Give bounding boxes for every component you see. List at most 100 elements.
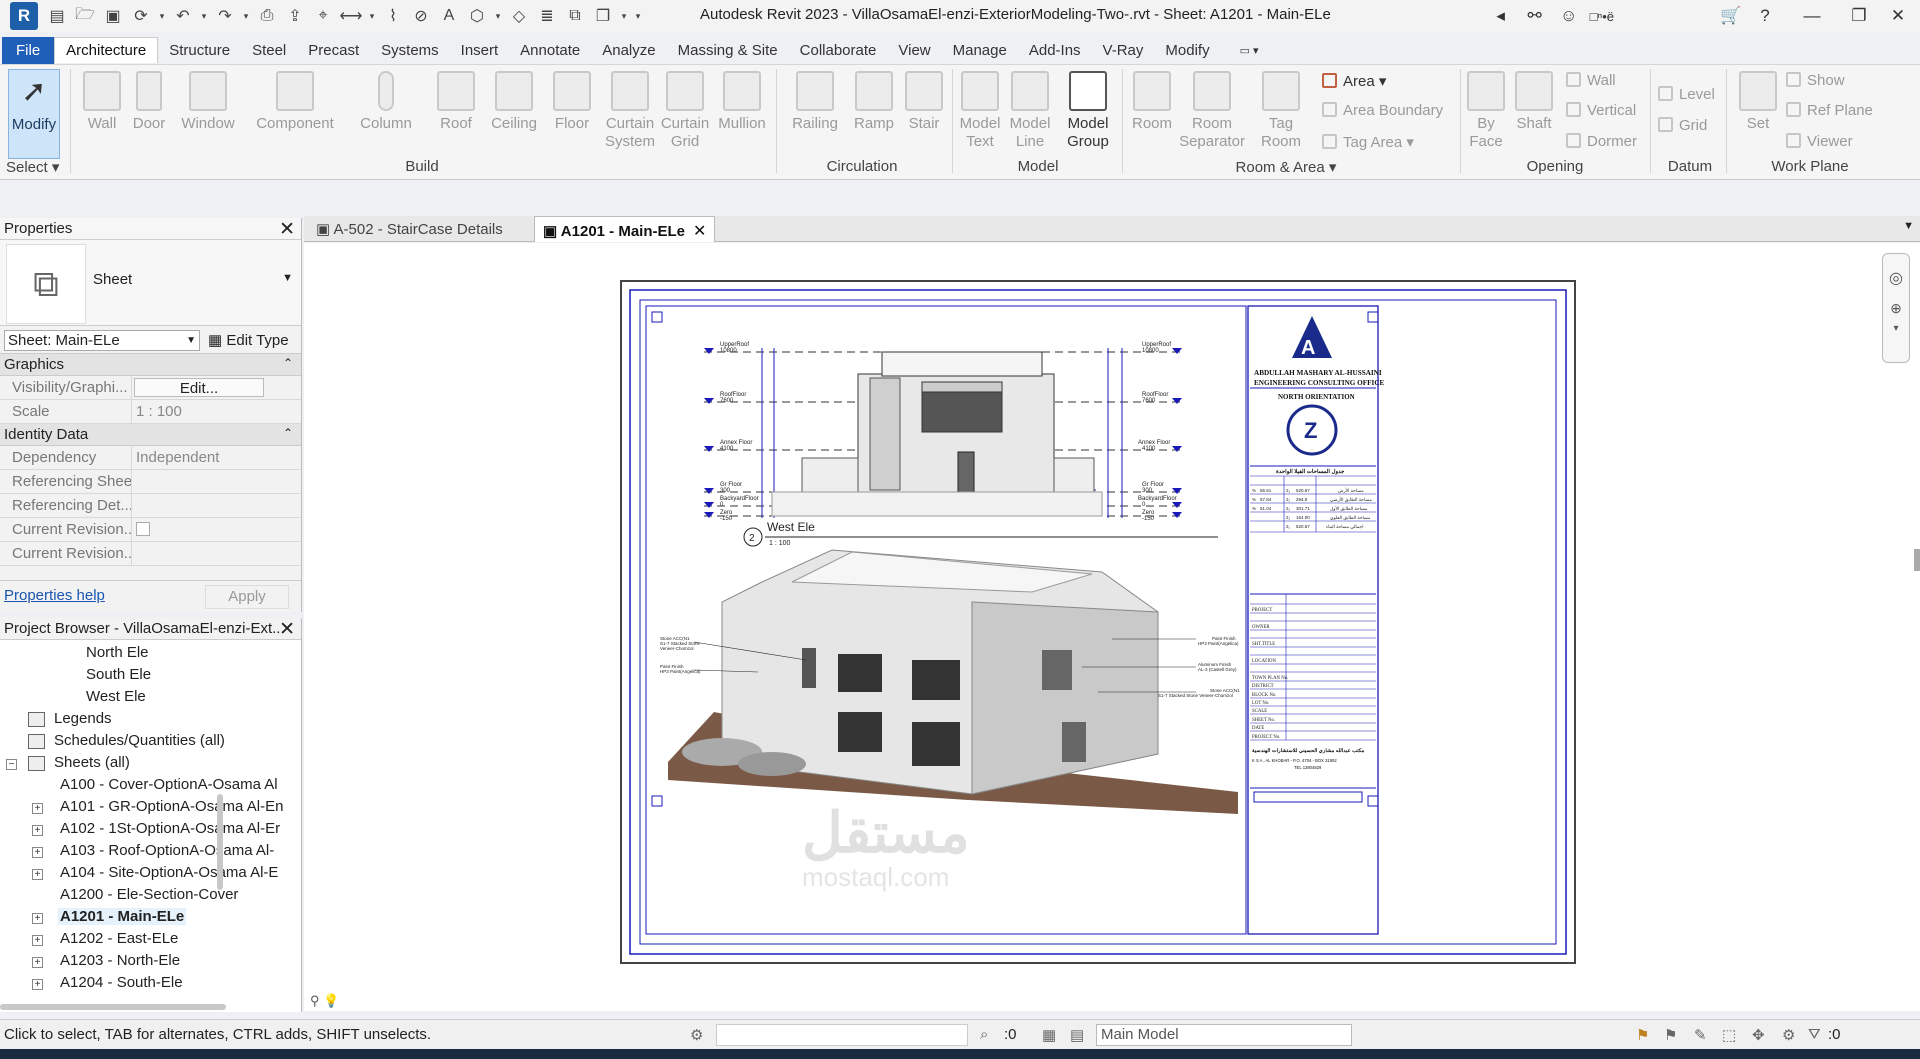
minimize-icon[interactable]: — <box>1782 0 1842 32</box>
tree-item[interactable]: A103 - Roof-OptionA-Osama Al- <box>60 842 274 859</box>
model-icon[interactable]: ▤ <box>1070 1026 1084 1044</box>
save-icon[interactable]: ▣ <box>100 4 126 28</box>
user-icon[interactable]: ☺ <box>1552 0 1586 32</box>
tab-a502[interactable]: ▣ A-502 - StairCase Details <box>308 216 511 242</box>
sync-dropdown-icon[interactable]: ▾ <box>156 4 168 28</box>
tree-item-selected[interactable]: A1201 - Main-ELe <box>58 908 187 925</box>
model-text-button[interactable]: Model Text <box>952 69 1008 161</box>
close-icon[interactable]: ✕ <box>279 618 295 641</box>
dormer-button[interactable]: Dormer <box>1566 133 1637 150</box>
user-name[interactable]: □ⁿ•ë <box>1590 9 1614 24</box>
tab-vray[interactable]: V-Ray <box>1092 38 1155 63</box>
horizontal-scrollbar[interactable] <box>0 1004 226 1010</box>
apply-button[interactable]: Apply <box>205 585 289 609</box>
expand-icon[interactable]: + <box>32 957 43 968</box>
edit-type-button[interactable]: ▦ Edit Type <box>208 331 289 349</box>
tree-item[interactable]: Legends <box>54 710 112 727</box>
stair-button[interactable]: Stair <box>898 69 950 161</box>
zoom-icon[interactable]: ⊕ <box>1883 300 1909 317</box>
close-tab-icon[interactable]: ✕ <box>693 223 706 240</box>
roof-button[interactable]: Roof <box>426 69 486 161</box>
curtain-grid-button[interactable]: Curtain Grid <box>656 69 714 161</box>
vertical-opening-button[interactable]: Vertical <box>1566 102 1636 119</box>
tab-add-ins[interactable]: Add-Ins <box>1018 38 1092 63</box>
redo-icon[interactable]: ↷ <box>212 4 238 28</box>
tree-item[interactable]: A100 - Cover-OptionA-Osama Al <box>60 776 278 793</box>
active-model-selector[interactable]: Main Model <box>1096 1024 1352 1046</box>
viewer-button[interactable]: Viewer <box>1786 133 1853 150</box>
tab-systems[interactable]: Systems <box>370 38 450 63</box>
grid-button[interactable]: Grid <box>1658 117 1707 134</box>
ribbon-toggle-icon[interactable]: ▭ ▾ <box>1229 40 1270 61</box>
tag-area-button[interactable]: Tag Area ▾ <box>1322 133 1414 151</box>
show-work-plane-button[interactable]: Show <box>1786 72 1845 89</box>
area-button[interactable]: Area ▾ <box>1322 72 1386 90</box>
tab-precast[interactable]: Precast <box>297 38 370 63</box>
editable-icon[interactable]: ⌕ <box>980 1026 988 1043</box>
help-icon[interactable]: ? <box>1748 0 1782 32</box>
measure-icon[interactable]: ⌖ <box>310 4 336 28</box>
3d-view-icon[interactable]: ⬡ <box>464 4 490 28</box>
scale-value[interactable]: 1 : 100 <box>132 400 262 423</box>
property-value[interactable] <box>132 470 262 493</box>
column-button[interactable]: Column <box>356 69 416 161</box>
text-icon[interactable]: A <box>436 4 462 28</box>
select-underlay-icon[interactable]: ⚑ <box>1664 1026 1677 1044</box>
background-process-icon[interactable]: ⚙ <box>1782 1026 1795 1044</box>
model-group-button[interactable]: Model Group <box>1058 69 1118 161</box>
sync-icon[interactable]: ⟳ <box>128 4 154 28</box>
model-line-button[interactable]: Model Line <box>1002 69 1058 161</box>
room-area-panel-label[interactable]: Room & Area ▾ <box>1226 158 1346 176</box>
category-identity-data[interactable]: Identity Data ⌃ <box>0 424 301 446</box>
expand-icon[interactable]: + <box>32 825 43 836</box>
filter-icon[interactable]: ⛛ <box>1808 1026 1821 1043</box>
by-face-button[interactable]: By Face <box>1462 69 1510 161</box>
chevron-down-icon[interactable]: ▼ <box>282 272 293 284</box>
tab-modify[interactable]: Modify <box>1154 38 1220 63</box>
restore-icon[interactable]: ❐ <box>1842 0 1876 32</box>
properties-help-link[interactable]: Properties help <box>4 587 105 604</box>
dimension-icon[interactable]: ⟷ <box>338 4 364 28</box>
select-pinned-icon[interactable]: ✎ <box>1694 1026 1707 1044</box>
ramp-button[interactable]: Ramp <box>846 69 902 161</box>
tree-item[interactable]: A101 - GR-OptionA-Osama Al-En <box>60 798 283 815</box>
close-icon[interactable]: ✕ <box>279 218 295 241</box>
3d-dropdown-icon[interactable]: ▾ <box>492 4 504 28</box>
export-icon[interactable]: ⇪ <box>282 4 308 28</box>
expand-icon[interactable]: + <box>32 847 43 858</box>
room-separator-button[interactable]: Room Separator <box>1176 69 1248 161</box>
tree-item[interactable]: A1202 - East-ELe <box>60 930 178 947</box>
design-options-icon[interactable]: ▦ <box>1042 1026 1056 1044</box>
floor-button[interactable]: Floor <box>542 69 602 161</box>
select-by-face-icon[interactable]: ⬚ <box>1722 1026 1736 1044</box>
tree-item[interactable]: A1200 - Ele-Section-Cover <box>60 886 238 903</box>
undo-dropdown-icon[interactable]: ▾ <box>198 4 210 28</box>
expand-icon[interactable]: + <box>32 869 43 880</box>
railing-button[interactable]: Railing <box>784 69 846 161</box>
collapse-icon[interactable]: ⌃ <box>283 426 293 440</box>
tree-item[interactable]: A104 - Site-OptionA-Osama Al-E <box>60 864 278 881</box>
print-icon[interactable]: ⎙ <box>254 4 280 28</box>
wall-button[interactable]: Wall <box>72 69 132 161</box>
workset-selector[interactable] <box>716 1024 968 1046</box>
tree-item[interactable]: North Ele <box>86 644 149 661</box>
tab-structure[interactable]: Structure <box>158 38 241 63</box>
tab-insert[interactable]: Insert <box>450 38 510 63</box>
hide-icon[interactable]: 💡 <box>323 993 339 1008</box>
property-value[interactable] <box>132 494 262 517</box>
tag-room-button[interactable]: Tag Room <box>1256 69 1306 161</box>
checkbox[interactable] <box>136 522 150 536</box>
visibility-edit-button[interactable]: Edit... <box>134 378 264 397</box>
tab-file[interactable]: File <box>2 36 55 64</box>
mullion-button[interactable]: Mullion <box>712 69 772 161</box>
chevron-down-icon[interactable]: ▾ <box>1883 323 1909 334</box>
tab-massing-site[interactable]: Massing & Site <box>667 38 789 63</box>
ceiling-button[interactable]: Ceiling <box>484 69 544 161</box>
area-boundary-button[interactable]: Area Boundary <box>1322 102 1443 119</box>
switch-dropdown-icon[interactable]: ▾ <box>618 4 630 28</box>
undo-icon[interactable]: ↶ <box>170 4 196 28</box>
wall-opening-button[interactable]: Wall <box>1566 72 1616 89</box>
curtain-system-button[interactable]: Curtain System <box>601 69 659 161</box>
set-button[interactable]: Set <box>1730 69 1786 161</box>
customize-qat-icon[interactable]: ▾ <box>632 4 644 28</box>
